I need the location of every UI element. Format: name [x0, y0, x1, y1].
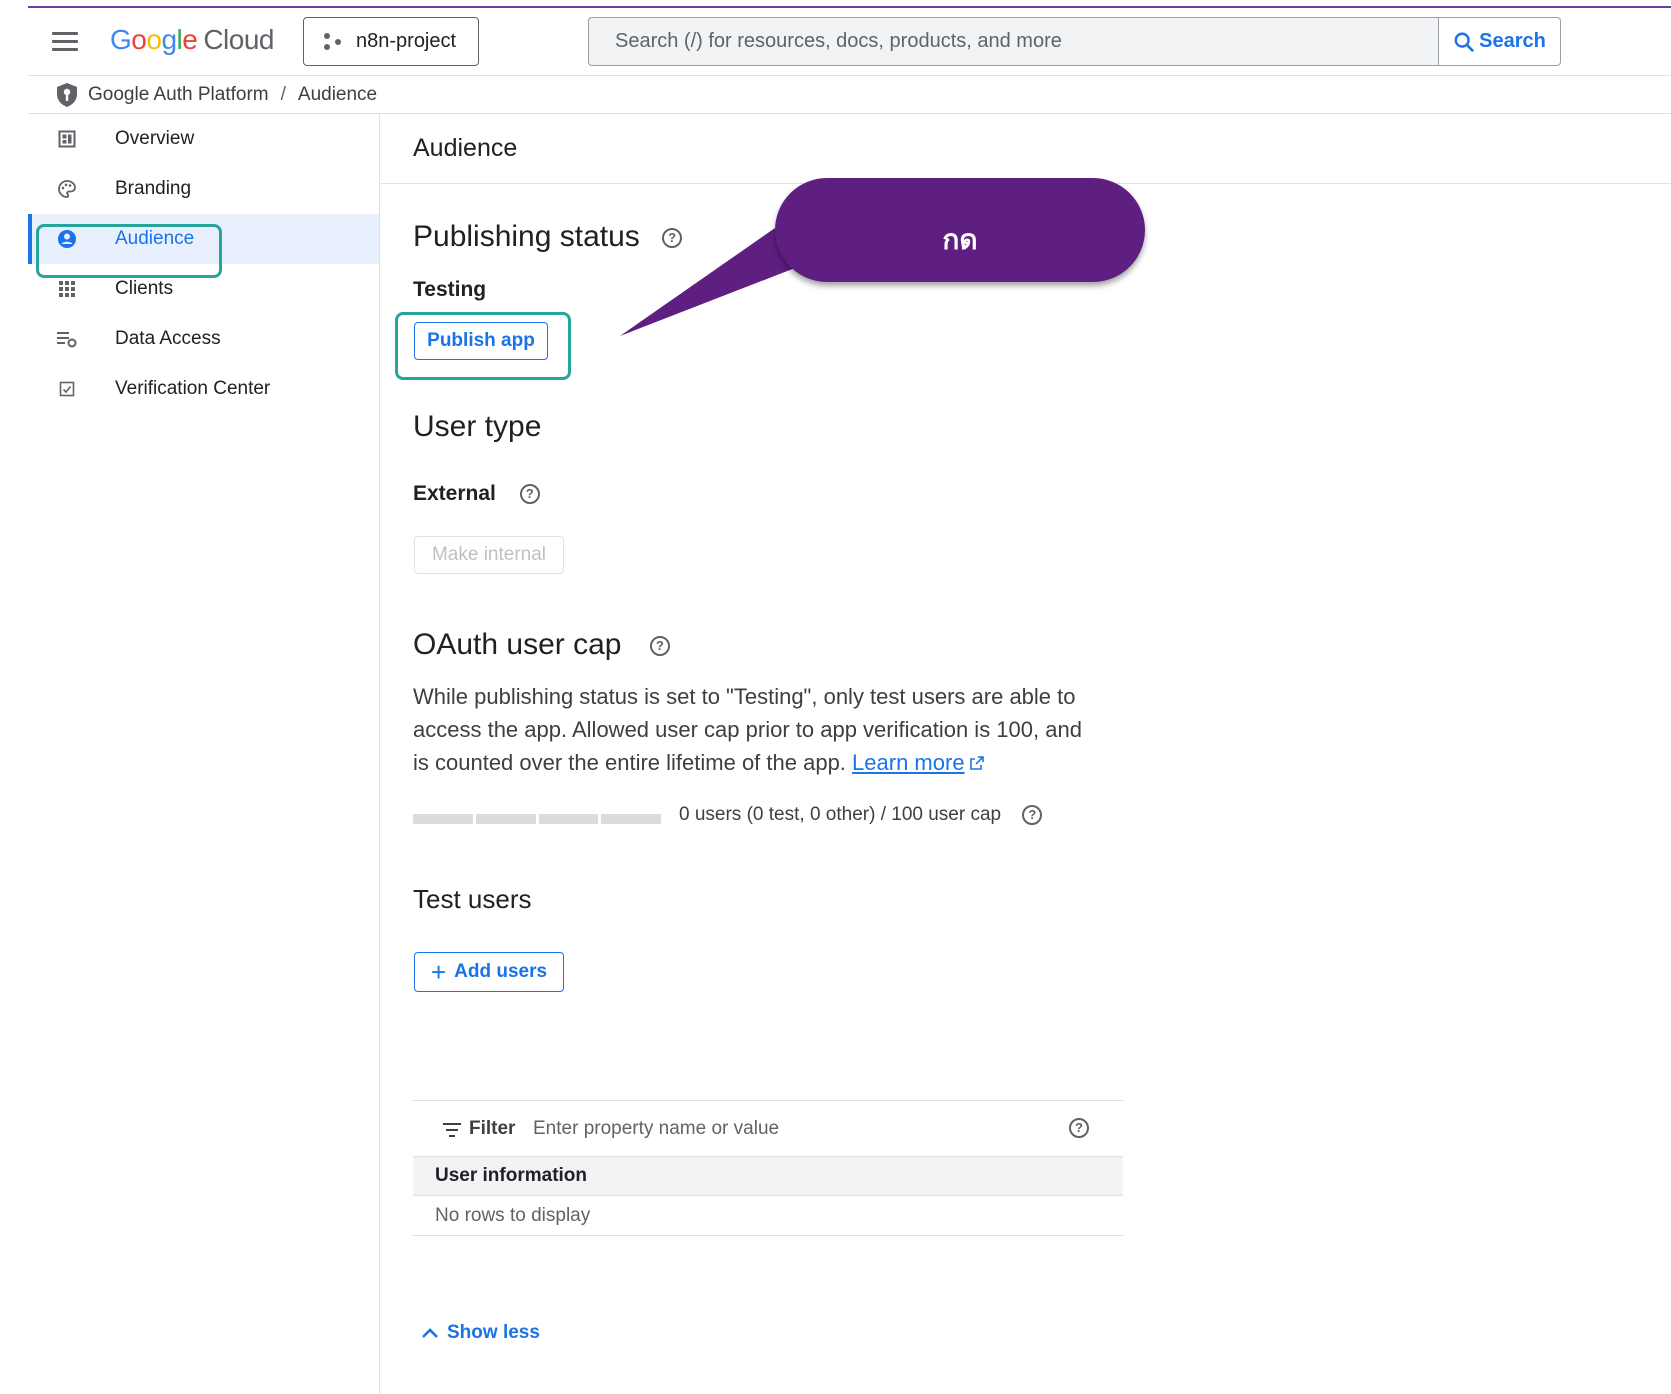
- breadcrumb-current: Audience: [297, 83, 378, 105]
- breadcrumb: Google Auth Platform / Audience: [28, 76, 1671, 114]
- search-icon: [1454, 32, 1475, 52]
- list-settings-icon: [56, 328, 78, 350]
- search-button-label: Search: [1479, 30, 1546, 52]
- palette-icon: [56, 178, 78, 200]
- project-name: n8n-project: [356, 30, 457, 52]
- help-icon[interactable]: ?: [649, 636, 670, 657]
- oauth-cap-description: While publishing status is set to "Testi…: [413, 680, 1093, 779]
- user-type-value-row: External ?: [413, 482, 540, 506]
- search-placeholder: Search (/) for resources, docs, products…: [615, 30, 1062, 52]
- progress-segment: [413, 814, 473, 824]
- oauth-user-cap-title: OAuth user cap: [413, 628, 622, 661]
- grid-icon: [56, 278, 78, 300]
- progress-segment: [601, 814, 661, 824]
- page-title: Audience: [413, 134, 518, 162]
- sidebar-item-data-access[interactable]: Data Access: [28, 314, 379, 364]
- shield-key-icon: [57, 82, 77, 107]
- user-cap-progress-bar: [413, 814, 661, 824]
- callout-text: กด: [942, 224, 978, 255]
- search-button[interactable]: Search: [1438, 17, 1561, 66]
- help-icon[interactable]: ?: [1022, 804, 1043, 825]
- project-icon: [324, 32, 342, 51]
- check-box-icon: [56, 378, 78, 400]
- test-users-heading: Test users: [413, 884, 532, 914]
- hamburger-menu-icon[interactable]: [52, 32, 78, 52]
- breadcrumb-root[interactable]: Google Auth Platform: [88, 84, 269, 106]
- dashboard-icon: [56, 128, 78, 150]
- learn-more-link[interactable]: Learn more: [852, 750, 965, 775]
- sidebar-item-label: Branding: [115, 178, 192, 199]
- filter-input[interactable]: Enter property name or value: [533, 1118, 779, 1140]
- help-icon[interactable]: ?: [1069, 1118, 1089, 1138]
- sidebar-item-verification-center[interactable]: Verification Center: [28, 364, 379, 414]
- learn-more-label: Learn more: [852, 750, 965, 775]
- column-header-user-information[interactable]: User information: [413, 1156, 1123, 1196]
- logo-letter: o: [131, 24, 147, 55]
- progress-segment: [538, 814, 599, 824]
- filter-bar[interactable]: Filter Enter property name or value ?: [413, 1100, 1123, 1156]
- add-users-label: Add users: [454, 961, 548, 982]
- breadcrumb-separator: /: [280, 83, 286, 105]
- oauth-user-cap-heading: OAuth user cap ?: [413, 628, 670, 662]
- help-icon[interactable]: ?: [519, 484, 540, 505]
- search-input[interactable]: Search (/) for resources, docs, products…: [588, 17, 1438, 66]
- logo-product-name: Cloud: [203, 24, 274, 55]
- sidebar-item-label: Overview: [115, 128, 195, 149]
- filter-label: Filter: [469, 1117, 516, 1139]
- external-link-icon: [969, 756, 984, 770]
- user-type-heading: User type: [413, 410, 542, 443]
- left-sidebar: Overview Branding Audience Clients Data …: [28, 114, 380, 1394]
- callout-pointer: [620, 228, 795, 336]
- filter-icon: [443, 1123, 461, 1141]
- sidebar-item-label: Data Access: [115, 328, 221, 349]
- plus-icon: +: [430, 957, 447, 987]
- logo-letter: g: [161, 24, 177, 55]
- person-circle-icon: [56, 228, 78, 250]
- logo-letter: e: [182, 24, 198, 55]
- sidebar-item-branding[interactable]: Branding: [28, 164, 379, 214]
- sidebar-item-label: Verification Center: [115, 378, 271, 399]
- show-less-label: Show less: [447, 1322, 540, 1343]
- sidebar-item-label: Audience: [115, 228, 195, 249]
- user-cap-usage: 0 users (0 test, 0 other) / 100 user cap…: [679, 804, 1043, 826]
- main-content: Audience Publishing status ? Testing Pub…: [381, 114, 1671, 1394]
- logo-letter: G: [110, 24, 132, 55]
- add-users-button[interactable]: + Add users: [414, 952, 564, 992]
- sidebar-item-label: Clients: [115, 278, 174, 299]
- google-cloud-logo[interactable]: Google Cloud: [110, 24, 274, 56]
- user-cap-usage-text: 0 users (0 test, 0 other) / 100 user cap: [679, 804, 1002, 825]
- logo-letter: o: [146, 24, 162, 55]
- make-internal-button[interactable]: Make internal: [414, 536, 564, 574]
- chevron-up-icon: [422, 1328, 438, 1338]
- sidebar-item-audience[interactable]: Audience: [28, 214, 379, 264]
- publishing-status-value: Testing: [413, 278, 487, 301]
- test-users-table: Filter Enter property name or value ? Us…: [413, 1100, 1123, 1236]
- empty-state: No rows to display: [413, 1196, 1123, 1236]
- project-picker-button[interactable]: n8n-project: [303, 17, 479, 66]
- sidebar-item-clients[interactable]: Clients: [28, 264, 379, 314]
- publishing-status-title: Publishing status: [413, 220, 640, 253]
- top-header: Google Cloud n8n-project Search (/) for r…: [28, 8, 1671, 76]
- page-title-bar: Audience: [381, 114, 1671, 184]
- progress-segment: [475, 814, 536, 824]
- show-less-button[interactable]: Show less: [421, 1322, 540, 1344]
- publish-app-button[interactable]: Publish app: [414, 322, 548, 360]
- user-type-value: External: [413, 482, 496, 505]
- sidebar-item-overview[interactable]: Overview: [28, 114, 379, 164]
